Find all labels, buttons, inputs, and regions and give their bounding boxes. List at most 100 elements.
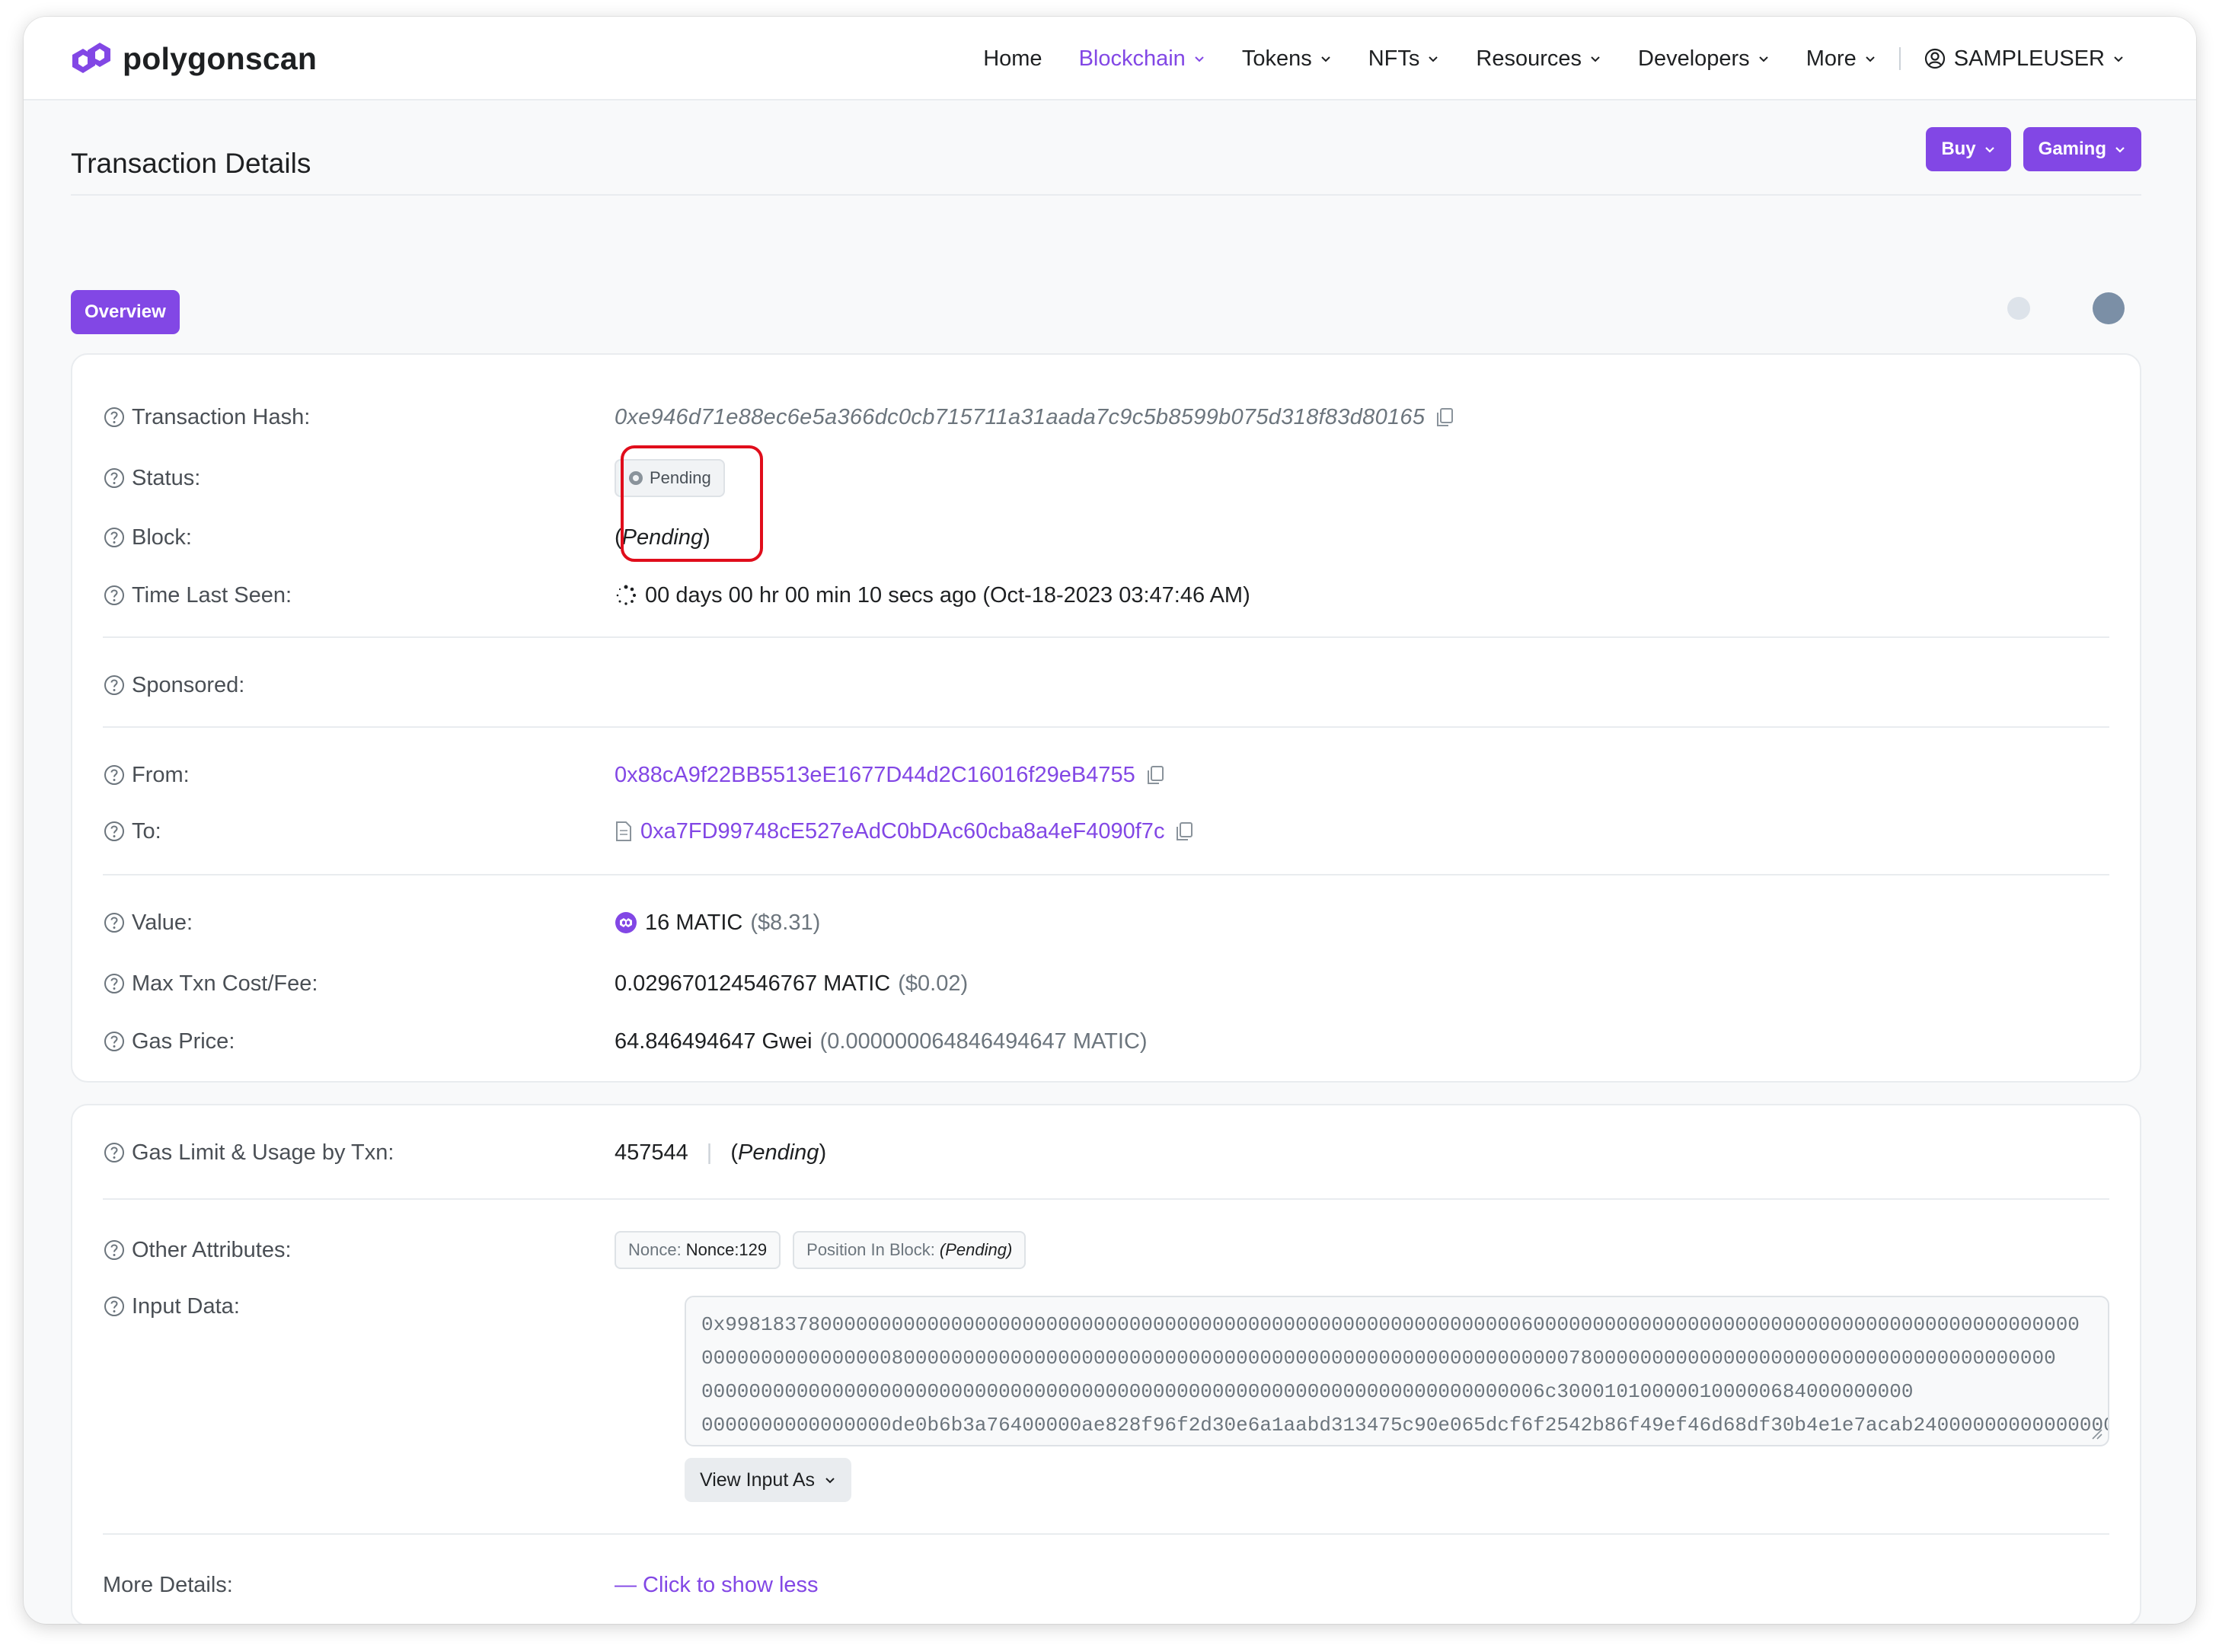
chevron-down-icon — [2114, 56, 2123, 62]
resize-handle-icon[interactable] — [2090, 1427, 2103, 1440]
fee-row: Max Txn Cost/Fee: 0.029670124546767 MATI… — [103, 968, 2109, 999]
gas-price-row: Gas Price: 64.846494647 Gwei (0.00000006… — [103, 1026, 2109, 1057]
question-circle-icon[interactable] — [103, 972, 126, 995]
nav-resources[interactable]: Resources — [1458, 46, 1620, 72]
nav-tokens[interactable]: Tokens — [1224, 46, 1350, 72]
nav-developers[interactable]: Developers — [1620, 46, 1788, 72]
status-row: Status: Pending — [103, 459, 2109, 497]
user-menu[interactable]: SAMPLEUSER — [1905, 46, 2143, 72]
question-circle-icon[interactable] — [103, 406, 126, 429]
buy-button-label: Buy — [1941, 139, 1976, 159]
nav-blockchain[interactable]: Blockchain — [1061, 46, 1224, 72]
question-circle-icon[interactable] — [103, 764, 126, 786]
block-row: Block: (Pending) — [103, 522, 2109, 553]
input-data-line: 0000000000000000000000000000000000000000… — [701, 1380, 1914, 1403]
question-circle-icon[interactable] — [103, 1030, 126, 1053]
contract-file-icon — [616, 821, 631, 841]
value-amount: 16 MATIC — [645, 910, 743, 935]
pending-clock-icon — [629, 471, 643, 485]
header-actions: Buy Gaming — [1926, 127, 2141, 171]
to-label-text: To: — [132, 818, 161, 844]
copy-icon[interactable] — [1172, 819, 1196, 844]
nav-nfts-label: NFTs — [1368, 46, 1420, 71]
from-label-text: From: — [132, 762, 190, 787]
from-label: From: — [103, 763, 615, 788]
nav-more[interactable]: More — [1788, 46, 1895, 72]
toggle-dot-dark[interactable] — [2093, 292, 2125, 324]
value-value: 16 MATIC ($8.31) — [615, 911, 820, 936]
time-value-text: 00 days 00 hr 00 min 10 secs ago (Oct-18… — [645, 582, 1250, 608]
matic-token-icon — [615, 912, 637, 933]
details-card: Gas Limit & Usage by Txn: 457544 | (Pend… — [71, 1104, 2141, 1624]
block-value-text: Pending — [621, 525, 704, 550]
from-row: From: 0x88cA9f22BB5513eE1677D44d2C16016f… — [103, 760, 2109, 790]
to-value: 0xa7FD99748cE527eAdC0bDAc60cba8a4eF4090f… — [615, 819, 1196, 844]
tx-hash-label: Transaction Hash: — [103, 405, 615, 430]
show-less-link[interactable]: — Click to show less — [615, 1573, 819, 1598]
gas-limit-number: 457544 — [615, 1140, 688, 1165]
nav-blockchain-label: Blockchain — [1078, 46, 1186, 71]
tx-hash-text: 0xe946d71e88ec6e5a366dc0cb715711a31aada7… — [615, 404, 1426, 429]
copy-icon[interactable] — [1432, 405, 1457, 429]
nav-home[interactable]: Home — [965, 46, 1060, 72]
time-row: Time Last Seen: 00 days 00 hr 00 min 10 … — [103, 580, 2109, 611]
chevron-down-icon — [2115, 147, 2125, 153]
input-data-textarea[interactable]: 0x99818378000000000000000000000000000000… — [685, 1296, 2109, 1446]
divider — [103, 874, 2109, 875]
gaming-button[interactable]: Gaming — [2023, 127, 2141, 171]
copy-icon[interactable] — [1143, 763, 1167, 787]
view-input-as-button[interactable]: View Input As — [685, 1458, 852, 1502]
browser-window: polygonscan Home Blockchain Tokens NFTs … — [24, 17, 2196, 1624]
input-data-line: 0000000000000000de0b6b3a76400000ae828f96… — [701, 1414, 2109, 1437]
toggle-dot-light[interactable] — [2007, 297, 2030, 320]
question-circle-icon[interactable] — [103, 1239, 126, 1261]
nav-more-label: More — [1806, 46, 1857, 71]
to-address-link[interactable]: 0xa7FD99748cE527eAdC0bDAc60cba8a4eF4090f… — [640, 819, 1164, 844]
chevron-down-icon — [1758, 56, 1768, 62]
chevron-down-icon — [825, 1478, 835, 1484]
chevron-down-icon — [1984, 147, 1994, 153]
buy-button[interactable]: Buy — [1926, 127, 2011, 171]
block-label-text: Block: — [132, 525, 192, 550]
fee-value: 0.029670124546767 MATIC ($0.02) — [615, 971, 968, 997]
question-circle-icon[interactable] — [103, 820, 126, 843]
question-circle-icon[interactable] — [103, 584, 126, 607]
block-label: Block: — [103, 525, 615, 550]
from-address-link[interactable]: 0x88cA9f22BB5513eE1677D44d2C16016f29eB47… — [615, 763, 1135, 788]
question-circle-icon[interactable] — [103, 674, 126, 697]
question-circle-icon[interactable] — [103, 526, 126, 549]
nav-developers-label: Developers — [1638, 46, 1750, 71]
more-details-label-text: More Details: — [103, 1572, 233, 1597]
position-badge: Position In Block: (Pending) — [793, 1231, 1026, 1269]
block-paren-close: ) — [703, 525, 710, 550]
question-circle-icon[interactable] — [103, 1295, 126, 1318]
block-value: (Pending) — [615, 525, 710, 550]
question-circle-icon[interactable] — [103, 1141, 126, 1164]
brand-logo[interactable]: polygonscan — [69, 38, 317, 79]
question-circle-icon[interactable] — [103, 911, 126, 934]
tab-overview[interactable]: Overview — [71, 290, 180, 334]
gas-limit-value: 457544 | (Pending) — [615, 1140, 826, 1166]
tx-hash-label-text: Transaction Hash: — [132, 404, 311, 429]
chevron-down-icon — [1195, 56, 1204, 62]
fee-label: Max Txn Cost/Fee: — [103, 971, 615, 997]
position-value: (Pending) — [939, 1240, 1013, 1259]
other-attributes-label: Other Attributes: — [103, 1238, 615, 1263]
question-circle-icon[interactable] — [103, 467, 126, 490]
gas-price-label-text: Gas Price: — [132, 1029, 235, 1054]
block-paren-open: ( — [615, 525, 622, 550]
nonce-badge: Nonce: Nonce:129 — [615, 1231, 781, 1269]
input-data-line: 0000000000000000800000000000000000000000… — [701, 1347, 2056, 1370]
input-data-label-text: Input Data: — [132, 1293, 240, 1319]
tx-hash-value: 0xe946d71e88ec6e5a366dc0cb715711a31aada7… — [615, 405, 1457, 430]
gaming-button-label: Gaming — [2038, 139, 2106, 159]
gas-usage-paren-close: ) — [819, 1140, 827, 1165]
nav-resources-label: Resources — [1476, 46, 1582, 71]
tx-hash-row: Transaction Hash: 0xe946d71e88ec6e5a366d… — [103, 402, 2109, 432]
gas-price-gwei: 64.846494647 Gwei — [615, 1029, 813, 1054]
nav-nfts[interactable]: NFTs — [1350, 46, 1458, 72]
gas-limit-label-text: Gas Limit & Usage by Txn: — [132, 1140, 394, 1165]
nav-tokens-label: Tokens — [1241, 46, 1312, 71]
time-label: Time Last Seen: — [103, 583, 615, 608]
nonce-value: Nonce:129 — [685, 1240, 768, 1259]
